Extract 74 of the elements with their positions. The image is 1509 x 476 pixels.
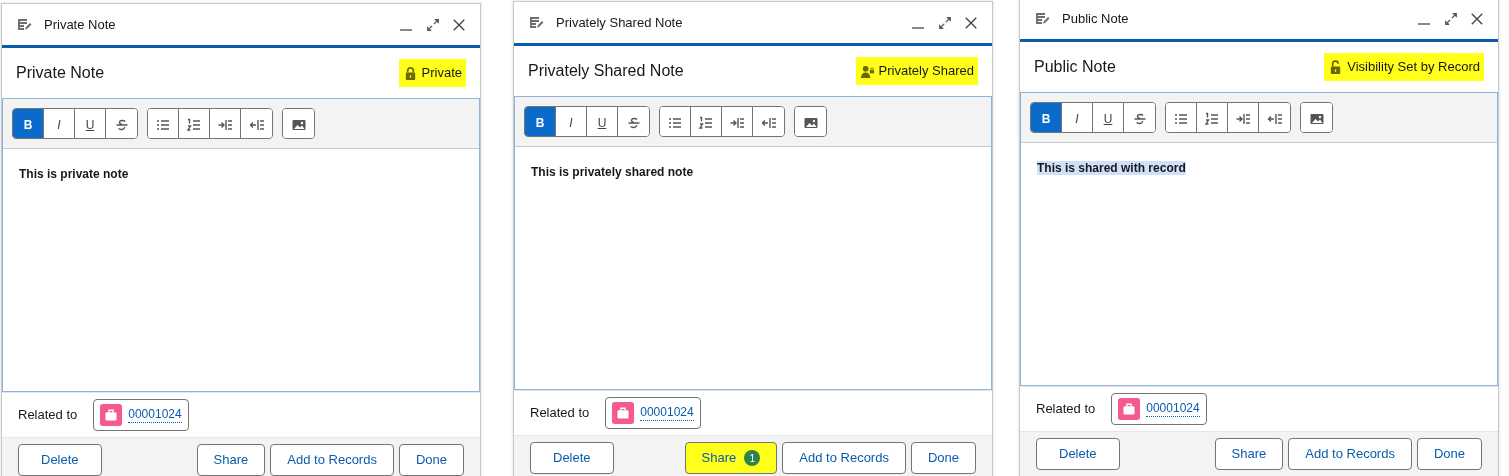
format-button[interactable]: B — [1031, 103, 1062, 132]
format-button[interactable] — [179, 109, 210, 138]
format-button[interactable] — [722, 107, 753, 136]
format-button[interactable] — [618, 107, 649, 136]
expand-icon[interactable] — [938, 15, 952, 30]
note-body-text: This is privately shared note — [531, 165, 694, 179]
expand-icon[interactable] — [426, 17, 440, 32]
briefcase-icon — [100, 404, 123, 426]
visibility-label: Privately Shared — [855, 57, 978, 85]
note-icon — [16, 16, 32, 33]
format-button[interactable]: U — [587, 107, 618, 136]
expand-icon[interactable] — [1444, 11, 1458, 26]
record-pill[interactable]: 00001024 — [93, 399, 189, 431]
format-button[interactable] — [1259, 103, 1290, 132]
footer-button[interactable]: Share — [196, 444, 266, 476]
footer-button[interactable]: Add to Records — [782, 442, 906, 474]
note-body-text: This is private note — [19, 167, 129, 181]
note-subject: Private Note — [16, 63, 105, 83]
footer-button[interactable]: Done — [910, 442, 976, 474]
close-icon[interactable] — [452, 17, 466, 32]
window-title: Public Note — [1062, 9, 1130, 28]
format-button[interactable] — [283, 109, 314, 138]
footer-button[interactable]: Done — [1416, 438, 1482, 470]
close-icon[interactable] — [1470, 11, 1484, 26]
format-button[interactable] — [1301, 103, 1332, 132]
format-button[interactable] — [753, 107, 784, 136]
footer-button[interactable]: Add to Records — [1288, 438, 1412, 470]
visibility-label: Private — [398, 59, 466, 87]
note-body-text: This is shared with record — [1037, 161, 1186, 175]
count-badge: 1 — [744, 450, 761, 466]
format-button[interactable] — [1228, 103, 1259, 132]
format-button[interactable]: I — [556, 107, 587, 136]
format-button[interactable] — [1124, 103, 1155, 132]
footer-button[interactable]: Done — [398, 444, 464, 476]
window-title: Privately Shared Note — [556, 13, 684, 32]
related-label: Related to — [1036, 400, 1096, 419]
format-button[interactable] — [691, 107, 722, 136]
briefcase-icon — [1118, 398, 1141, 420]
record-pill[interactable]: 00001024 — [605, 397, 701, 429]
format-button[interactable] — [148, 109, 179, 138]
format-button[interactable]: B — [525, 107, 556, 136]
footer-button[interactable]: Share — [1214, 438, 1284, 470]
footer-button[interactable]: Share 1 — [684, 442, 778, 474]
close-icon[interactable] — [964, 15, 978, 30]
format-button[interactable] — [660, 107, 691, 136]
format-button[interactable] — [106, 109, 137, 138]
format-button[interactable] — [1197, 103, 1228, 132]
note-subject: Privately Shared Note — [528, 61, 684, 81]
related-label: Related to — [18, 406, 78, 425]
format-button[interactable]: I — [1062, 103, 1093, 132]
related-label: Related to — [530, 404, 590, 423]
format-button[interactable] — [210, 109, 241, 138]
numbered-list-icon — [1204, 110, 1220, 127]
numbered-list-icon — [186, 116, 202, 133]
window-title: Private Note — [44, 15, 117, 34]
person-lock-icon — [859, 63, 875, 79]
note-icon — [1034, 10, 1050, 27]
footer-button[interactable]: Delete — [18, 444, 102, 476]
format-button[interactable]: U — [1093, 103, 1124, 132]
format-button[interactable]: I — [44, 109, 75, 138]
format-button[interactable] — [1166, 103, 1197, 132]
footer-button[interactable]: Delete — [530, 442, 614, 474]
visibility-label: Visibility Set by Record — [1324, 53, 1484, 81]
record-pill[interactable]: 00001024 — [1111, 393, 1207, 425]
format-button[interactable]: U — [75, 109, 106, 138]
note-icon — [528, 14, 544, 31]
numbered-list-icon — [698, 114, 714, 131]
note-subject: Public Note — [1034, 57, 1116, 77]
briefcase-icon — [612, 402, 635, 424]
footer-button[interactable]: Add to Records — [270, 444, 394, 476]
footer-button[interactable]: Delete — [1036, 438, 1120, 470]
format-button[interactable] — [241, 109, 272, 138]
format-button[interactable] — [795, 107, 826, 136]
format-button[interactable]: B — [13, 109, 44, 138]
